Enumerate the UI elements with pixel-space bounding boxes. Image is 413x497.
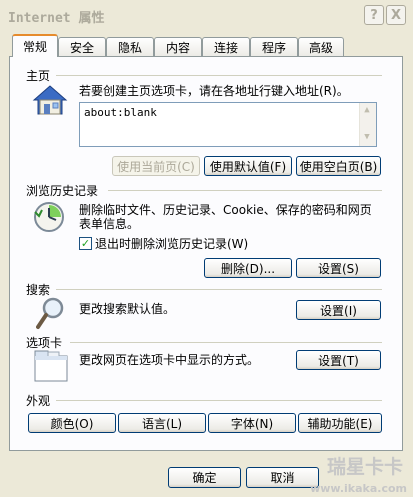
history-divider	[108, 190, 382, 191]
history-clock-icon	[32, 200, 66, 234]
tabs-section-title: 选项卡	[26, 336, 63, 350]
tab-general[interactable]: 常规	[12, 34, 58, 57]
ok-button[interactable]: 确定	[168, 467, 241, 488]
use-default-button[interactable]: 使用默认值(F)	[204, 156, 292, 176]
delete-on-exit-checkbox[interactable]: ✓	[79, 237, 92, 250]
colors-button[interactable]: 颜色(O)	[28, 413, 116, 433]
tab-connections[interactable]: 连接	[202, 37, 250, 56]
window-title: Internet 属性	[8, 11, 105, 26]
delete-history-button[interactable]: 删除(D)...	[204, 258, 292, 278]
tab-advanced[interactable]: 高级	[298, 37, 344, 56]
close-icon: X	[390, 7, 402, 23]
use-blank-button[interactable]: 使用空白页(B)	[296, 156, 381, 176]
scroll-up-icon[interactable]: ▲	[360, 103, 374, 117]
magnifier-icon	[36, 296, 66, 330]
history-description-line1: 删除临时文件、历史记录、Cookie、保存的密码和网页	[79, 203, 372, 217]
help-icon: ?	[370, 7, 378, 23]
homepage-section-title: 主页	[26, 69, 51, 83]
fonts-button[interactable]: 字体(N)	[208, 413, 296, 433]
use-current-button[interactable]: 使用当前页(C)	[112, 156, 200, 176]
languages-button[interactable]: 语言(L)	[118, 413, 206, 433]
tabs-divider	[70, 342, 382, 343]
tabs-description: 更改网页在选项卡中显示的方式。	[79, 353, 260, 367]
appearance-section-title: 外观	[26, 394, 51, 408]
checkmark-icon: ✓	[80, 237, 91, 250]
homepage-address-value: about:blank	[84, 106, 157, 119]
search-divider	[56, 289, 382, 290]
close-button[interactable]: X	[386, 5, 406, 25]
appearance-divider	[56, 400, 382, 401]
homepage-description: 若要创建主页选项卡，请在各地址行键入地址(R)。	[79, 84, 349, 98]
watermark-url: www.ikaka.com	[310, 482, 407, 495]
delete-on-exit-label[interactable]: 退出时删除浏览历史记录(W)	[95, 237, 248, 251]
tabs-settings-button[interactable]: 设置(T)	[296, 350, 381, 370]
watermark-brand: 瑞星卡卡	[326, 456, 403, 478]
search-description: 更改搜索默认值。	[79, 302, 176, 316]
history-description-line2: 表单信息。	[79, 217, 140, 231]
tab-privacy[interactable]: 隐私	[106, 37, 154, 56]
history-section-title: 浏览历史记录	[26, 184, 99, 198]
address-scrollbar[interactable]: ▲ ▼	[359, 103, 376, 146]
help-button[interactable]: ?	[364, 5, 384, 25]
cancel-button[interactable]: 取消	[246, 467, 319, 488]
homepage-address-input[interactable]: about:blank ▲ ▼	[79, 102, 377, 147]
search-settings-button[interactable]: 设置(I)	[296, 300, 381, 320]
house-icon	[32, 84, 68, 116]
tab-programs[interactable]: 程序	[250, 37, 298, 56]
accessibility-button[interactable]: 辅助功能(E)	[298, 413, 382, 433]
tabbed-window-icon	[34, 350, 68, 382]
history-settings-button[interactable]: 设置(S)	[296, 258, 381, 278]
scroll-down-icon[interactable]: ▼	[360, 130, 374, 144]
tab-content[interactable]: 内容	[154, 37, 202, 56]
tab-security[interactable]: 安全	[58, 37, 106, 56]
homepage-divider	[56, 75, 382, 76]
